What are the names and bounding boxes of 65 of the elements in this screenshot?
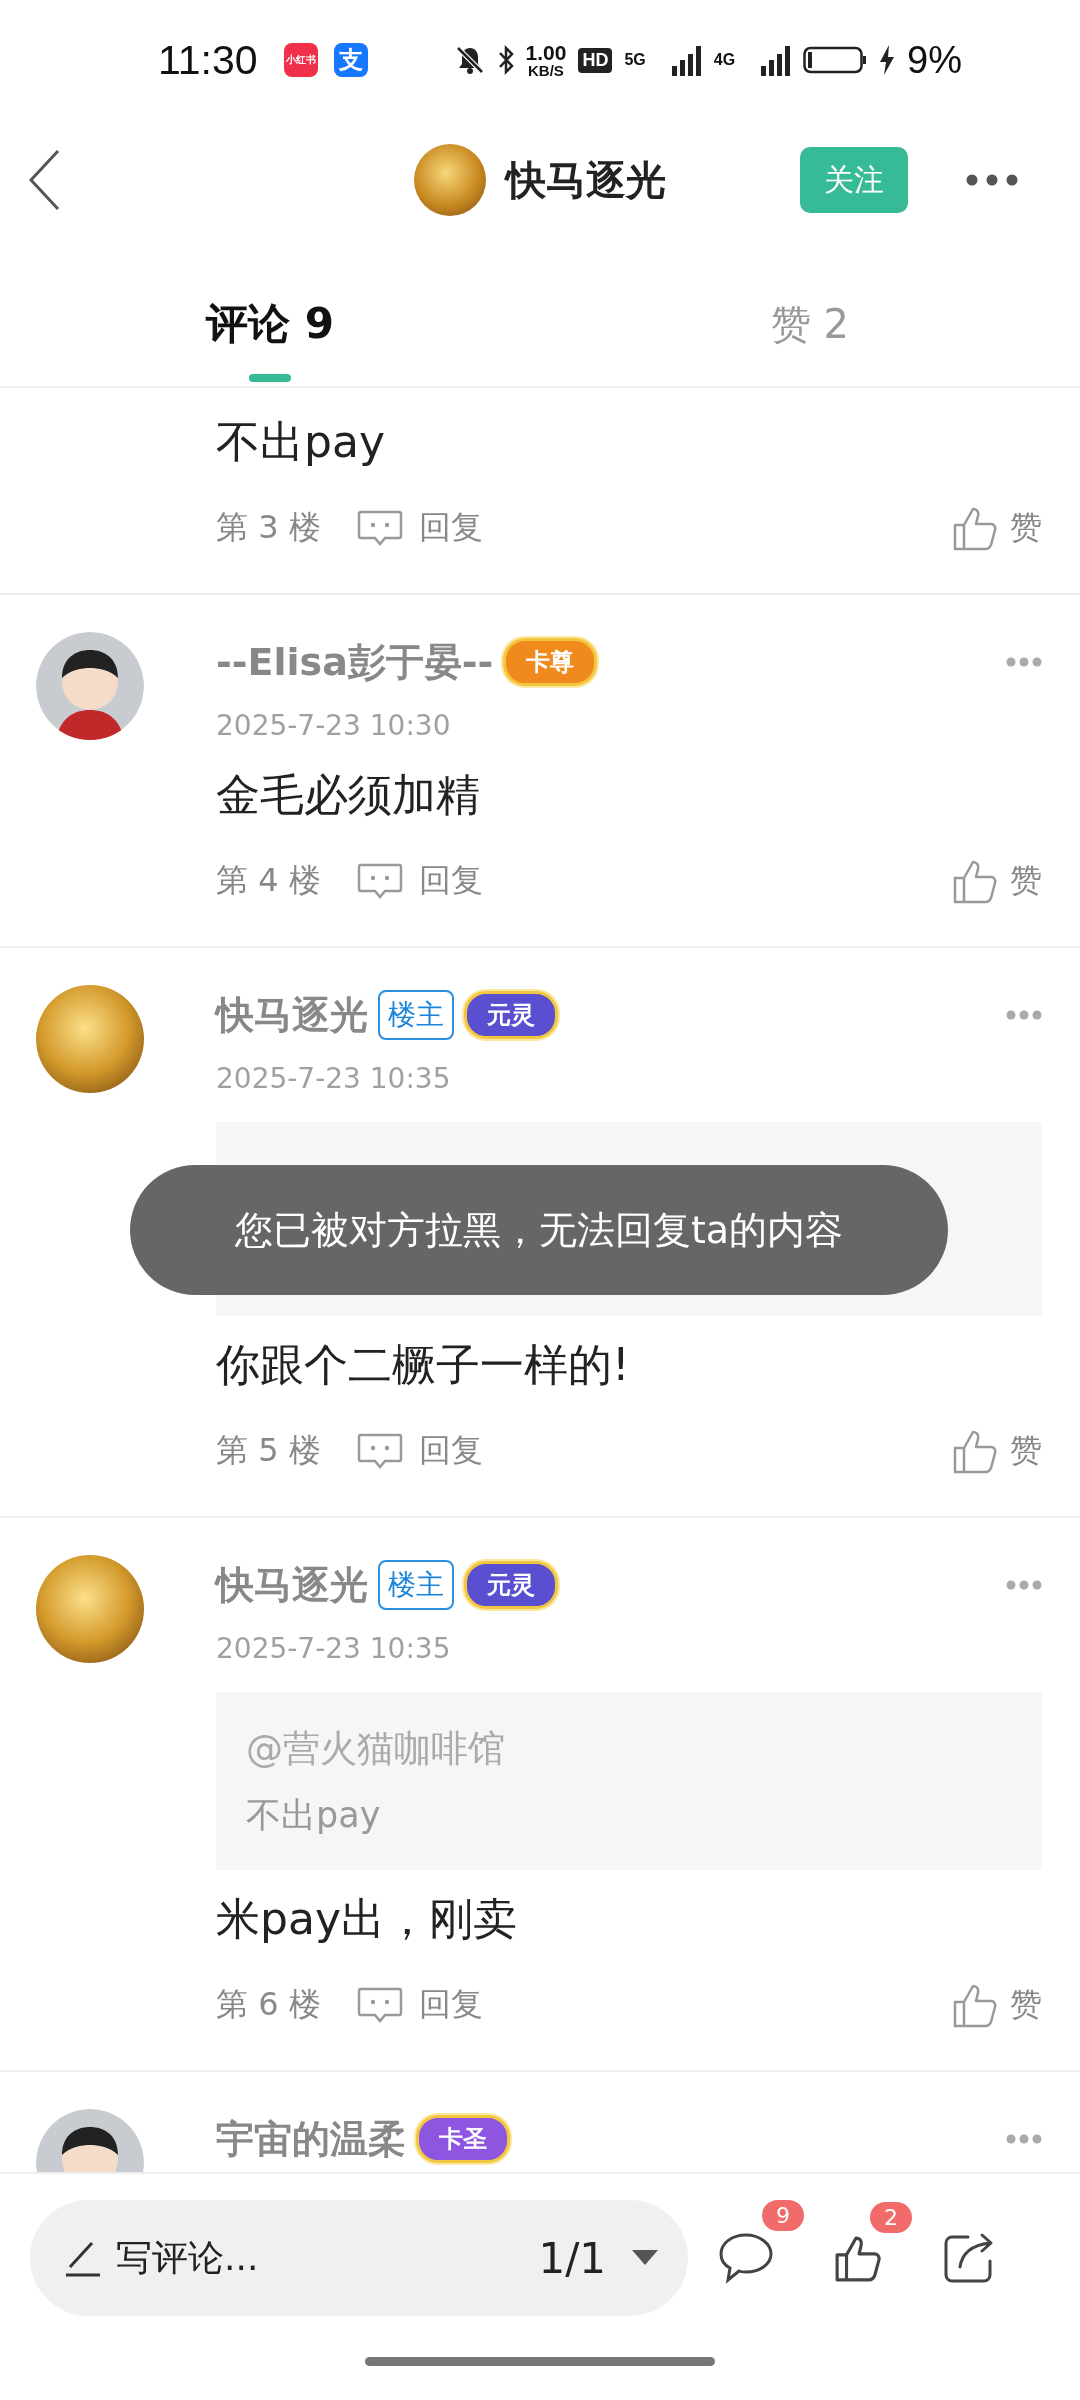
network-speed: 1.00 KB/S bbox=[525, 42, 567, 78]
reply-button[interactable]: 回复 bbox=[356, 1429, 483, 1473]
thumbs-up-icon[interactable] bbox=[834, 2234, 882, 2282]
caret-icon[interactable] bbox=[632, 2250, 658, 2266]
battery-percent: 9% bbox=[907, 38, 962, 82]
comment-icon bbox=[356, 510, 403, 546]
pencil-icon bbox=[64, 2239, 102, 2277]
app-notification-icon: 支 bbox=[333, 43, 368, 77]
thumbs-up-icon bbox=[952, 1428, 998, 1474]
floor-number: 第 5 楼 bbox=[216, 1430, 321, 1471]
comment-date: 2025-7-23 10:30 bbox=[216, 708, 452, 744]
reply-button[interactable]: 回复 bbox=[356, 506, 483, 550]
medal-badge: 卡圣 bbox=[416, 2115, 510, 2163]
clock: 11:30 bbox=[158, 36, 258, 84]
like-button[interactable]: 赞 bbox=[952, 505, 1042, 551]
reply-button[interactable]: 回复 bbox=[356, 859, 483, 903]
page-indicator[interactable]: 1/1 bbox=[538, 2233, 606, 2283]
tab[interactable]: 评论 9 bbox=[0, 240, 540, 386]
quoted-text: 不出pay bbox=[246, 1794, 382, 1837]
bluetooth-icon bbox=[497, 45, 514, 75]
like-button[interactable]: 赞 bbox=[952, 1982, 1042, 2028]
follow-button[interactable]: 关注 bbox=[800, 147, 908, 213]
comment-date: 2025-7-23 10:35 bbox=[216, 1061, 452, 1097]
medal-badge: 元灵 bbox=[464, 1561, 558, 1609]
comment-text: 金毛必须加精 bbox=[216, 768, 481, 822]
thumbs-up-icon bbox=[952, 1982, 998, 2028]
comment-icon[interactable] bbox=[718, 2232, 774, 2284]
comment-text: 米pay出，刚卖 bbox=[216, 1892, 518, 1946]
avatar-silhouette[interactable] bbox=[36, 632, 144, 740]
comment-text: 不出pay bbox=[216, 415, 386, 469]
network-label: 4G bbox=[713, 51, 736, 69]
comment-input-field[interactable]: 写评论... 1/1 bbox=[30, 2200, 688, 2316]
battery-icon bbox=[803, 46, 868, 74]
medal-badge: 卡尊 bbox=[503, 638, 598, 686]
comment-date: 2025-7-23 10:35 bbox=[216, 1631, 452, 1667]
hd-indicator: HD bbox=[578, 47, 613, 73]
user-name[interactable]: 宇宙的温柔 bbox=[216, 2113, 406, 2165]
comment-icon bbox=[356, 1433, 403, 1469]
owner-tag: 楼主 bbox=[378, 990, 454, 1040]
user-name[interactable]: 快马逐光 bbox=[216, 989, 368, 1041]
floor-number: 第 3 楼 bbox=[216, 507, 321, 548]
thumbs-up-icon bbox=[952, 858, 998, 904]
owner-tag: 楼主 bbox=[378, 1560, 454, 1610]
network-label: 5G bbox=[624, 51, 646, 69]
count-badge: 9 bbox=[762, 2200, 804, 2231]
toast-message: 您已被对方拉黑，无法回复ta的内容 bbox=[130, 1165, 948, 1295]
tab[interactable]: 赞 2 bbox=[540, 240, 1080, 386]
app-notification-icon: 小红书 bbox=[283, 43, 318, 77]
user-name[interactable]: 快马逐光 bbox=[216, 1559, 368, 1611]
like-button[interactable]: 赞 bbox=[952, 1428, 1042, 1474]
reply-button[interactable]: 回复 bbox=[356, 1983, 483, 2027]
comment-icon bbox=[356, 863, 403, 899]
medal-badge: 元灵 bbox=[464, 991, 558, 1039]
quoted-mention: @营火猫咖啡馆 bbox=[246, 1726, 506, 1772]
floor-number: 第 4 楼 bbox=[216, 860, 321, 901]
count-badge: 2 bbox=[870, 2202, 912, 2233]
thumbs-up-icon bbox=[952, 505, 998, 551]
user-name[interactable]: --Elisa彭于晏-- bbox=[216, 636, 494, 688]
comment-text: 你跟个二橛子一样的! bbox=[216, 1338, 631, 1392]
comment-icon bbox=[356, 1987, 403, 2023]
like-button[interactable]: 赞 bbox=[952, 858, 1042, 904]
more-icon[interactable] bbox=[966, 174, 1018, 186]
floor-number: 第 6 楼 bbox=[216, 1984, 321, 2025]
user-name: 快马逐光 bbox=[506, 155, 666, 205]
back-icon[interactable] bbox=[28, 149, 60, 211]
